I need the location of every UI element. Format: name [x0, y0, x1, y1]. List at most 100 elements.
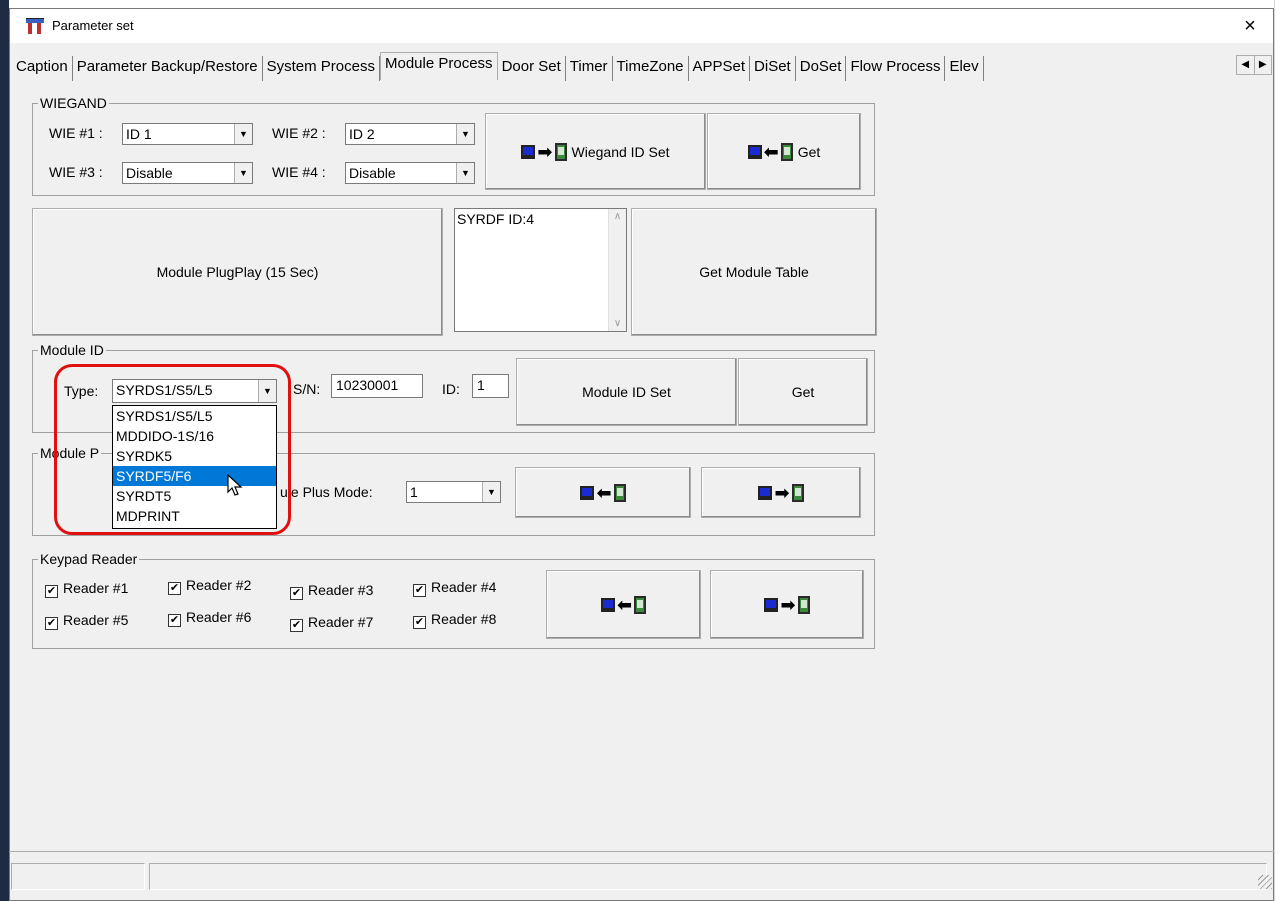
- tab-module-process[interactable]: Module Process: [380, 52, 498, 80]
- wie2-label: WIE #2 :: [272, 125, 326, 141]
- tab-scroll-left-button[interactable]: ◀: [1237, 56, 1255, 74]
- wie4-select[interactable]: Disable ▼: [345, 162, 475, 184]
- keypad-get-button[interactable]: ⬅: [546, 570, 701, 639]
- module-plus-mode-value: 1: [410, 484, 418, 500]
- checkbox-check-icon[interactable]: ✔: [413, 584, 426, 597]
- controller-device-icon: [791, 483, 804, 502]
- reader-5-checkbox[interactable]: ✔ Reader #5: [45, 612, 128, 630]
- wie3-select[interactable]: Disable ▼: [122, 162, 253, 184]
- controller-device-icon: [554, 142, 567, 161]
- tab-parameter-backup-restore[interactable]: Parameter Backup/Restore: [73, 56, 263, 81]
- module-id-field[interactable]: 1: [472, 374, 509, 398]
- tab-elevator[interactable]: Elev: [945, 56, 984, 81]
- arrow-left-icon: ⬅: [763, 141, 779, 162]
- module-plugplay-label: Module PlugPlay (15 Sec): [156, 264, 319, 280]
- reader-3-label: Reader #3: [308, 582, 374, 598]
- close-button[interactable]: ×: [1227, 9, 1273, 43]
- wie2-value: ID 2: [349, 126, 375, 142]
- sn-field[interactable]: 10230001: [331, 374, 423, 398]
- module-table-listbox[interactable]: SYRDF ID:4 ∧ ∨: [454, 208, 627, 332]
- computer-icon: [600, 597, 615, 612]
- wiegand-group-label: WIEGAND: [38, 95, 109, 111]
- tab-doset[interactable]: DoSet: [796, 56, 847, 81]
- arrow-right-icon: ➡: [537, 141, 553, 162]
- list-item[interactable]: SYRDF ID:4: [455, 209, 626, 229]
- module-id-set-label: Module ID Set: [582, 384, 671, 400]
- computer-icon: [580, 485, 595, 500]
- wie3-label: WIE #3 :: [49, 164, 103, 180]
- keypad-set-button[interactable]: ➡: [710, 570, 864, 639]
- chevron-down-icon[interactable]: ▼: [456, 124, 474, 144]
- status-bar-cell: [11, 863, 145, 890]
- wiegand-id-set-button[interactable]: ➡ Wiegand ID Set: [485, 113, 706, 190]
- listbox-scrollbar[interactable]: ∧ ∨: [608, 209, 626, 331]
- tab-timezone[interactable]: TimeZone: [613, 56, 689, 81]
- wiegand-id-set-label: Wiegand ID Set: [571, 143, 670, 160]
- chevron-down-icon[interactable]: ▼: [234, 124, 252, 144]
- get-module-table-label: Get Module Table: [699, 264, 809, 280]
- controller-device-icon: [613, 483, 626, 502]
- tab-system-process[interactable]: System Process: [263, 56, 380, 81]
- checkbox-check-icon[interactable]: ✔: [168, 614, 181, 627]
- background-desktop-right: [1274, 0, 1282, 901]
- tab-scroll-right-button[interactable]: ▶: [1255, 56, 1272, 74]
- reader-8-label: Reader #8: [431, 611, 497, 627]
- tab-door-set[interactable]: Door Set: [498, 56, 566, 81]
- scroll-up-icon[interactable]: ∧: [609, 211, 626, 222]
- reader-7-checkbox[interactable]: ✔ Reader #7: [290, 614, 373, 632]
- status-bar-cell: [149, 863, 1267, 890]
- chevron-down-icon[interactable]: ▼: [482, 482, 500, 502]
- wie1-value: ID 1: [126, 126, 152, 142]
- reader-4-checkbox[interactable]: ✔ Reader #4: [413, 579, 496, 597]
- id-label: ID:: [442, 381, 460, 397]
- window-title: Parameter set: [52, 18, 134, 33]
- wiegand-get-button[interactable]: ⬅ Get: [707, 113, 861, 190]
- module-id-set-button[interactable]: Module ID Set: [516, 358, 737, 426]
- title-bar: Parameter set ×: [10, 9, 1273, 43]
- reader-7-label: Reader #7: [308, 614, 374, 630]
- module-id-get-button[interactable]: Get: [738, 358, 868, 426]
- computer-icon: [758, 485, 773, 500]
- module-plus-mode-label: ule Plus Mode:: [280, 484, 373, 500]
- scroll-down-icon[interactable]: ∨: [609, 318, 626, 329]
- reader-3-checkbox[interactable]: ✔ Reader #3: [290, 582, 373, 600]
- module-plus-set-button[interactable]: ➡: [701, 467, 861, 518]
- checkbox-check-icon[interactable]: ✔: [168, 582, 181, 595]
- tab-timer[interactable]: Timer: [566, 56, 613, 81]
- background-desktop-strip: [0, 0, 9, 901]
- tab-appset[interactable]: APPSet: [689, 56, 751, 81]
- module-plugplay-button[interactable]: Module PlugPlay (15 Sec): [32, 208, 443, 336]
- arrow-left-icon: ⬅: [596, 482, 612, 503]
- wie2-select[interactable]: ID 2 ▼: [345, 123, 475, 145]
- wie1-select[interactable]: ID 1 ▼: [122, 123, 253, 145]
- reader-6-label: Reader #6: [186, 609, 252, 625]
- reader-8-checkbox[interactable]: ✔ Reader #8: [413, 611, 496, 629]
- keypad-reader-group-label: Keypad Reader: [38, 551, 140, 567]
- wie4-value: Disable: [349, 165, 396, 181]
- checkbox-check-icon[interactable]: ✔: [290, 619, 303, 632]
- reader-1-checkbox[interactable]: ✔ Reader #1: [45, 580, 128, 598]
- arrow-right-icon: ➡: [774, 482, 790, 503]
- mouse-pointer-icon: [227, 474, 243, 496]
- controller-device-icon: [634, 595, 647, 614]
- checkbox-check-icon[interactable]: ✔: [290, 587, 303, 600]
- get-module-table-button[interactable]: Get Module Table: [631, 208, 877, 336]
- tab-caption[interactable]: Caption: [12, 56, 73, 81]
- red-annotation-highlight: [54, 364, 291, 535]
- checkbox-check-icon[interactable]: ✔: [45, 617, 58, 630]
- wiegand-get-label: Get: [797, 143, 821, 160]
- reader-6-checkbox[interactable]: ✔ Reader #6: [168, 609, 251, 627]
- sn-label: S/N:: [293, 381, 321, 397]
- tab-diset[interactable]: DiSet: [750, 56, 796, 81]
- chevron-down-icon[interactable]: ▼: [234, 163, 252, 183]
- resize-grip-icon[interactable]: [1258, 875, 1272, 889]
- checkbox-check-icon[interactable]: ✔: [413, 616, 426, 629]
- tab-flow-process[interactable]: Flow Process: [846, 56, 946, 81]
- computer-icon: [764, 597, 779, 612]
- chevron-down-icon[interactable]: ▼: [456, 163, 474, 183]
- reader-2-checkbox[interactable]: ✔ Reader #2: [168, 577, 251, 595]
- module-plus-mode-select[interactable]: 1 ▼: [406, 481, 501, 503]
- checkbox-check-icon[interactable]: ✔: [45, 585, 58, 598]
- controller-device-icon: [797, 595, 810, 614]
- module-plus-get-button[interactable]: ⬅: [515, 467, 691, 518]
